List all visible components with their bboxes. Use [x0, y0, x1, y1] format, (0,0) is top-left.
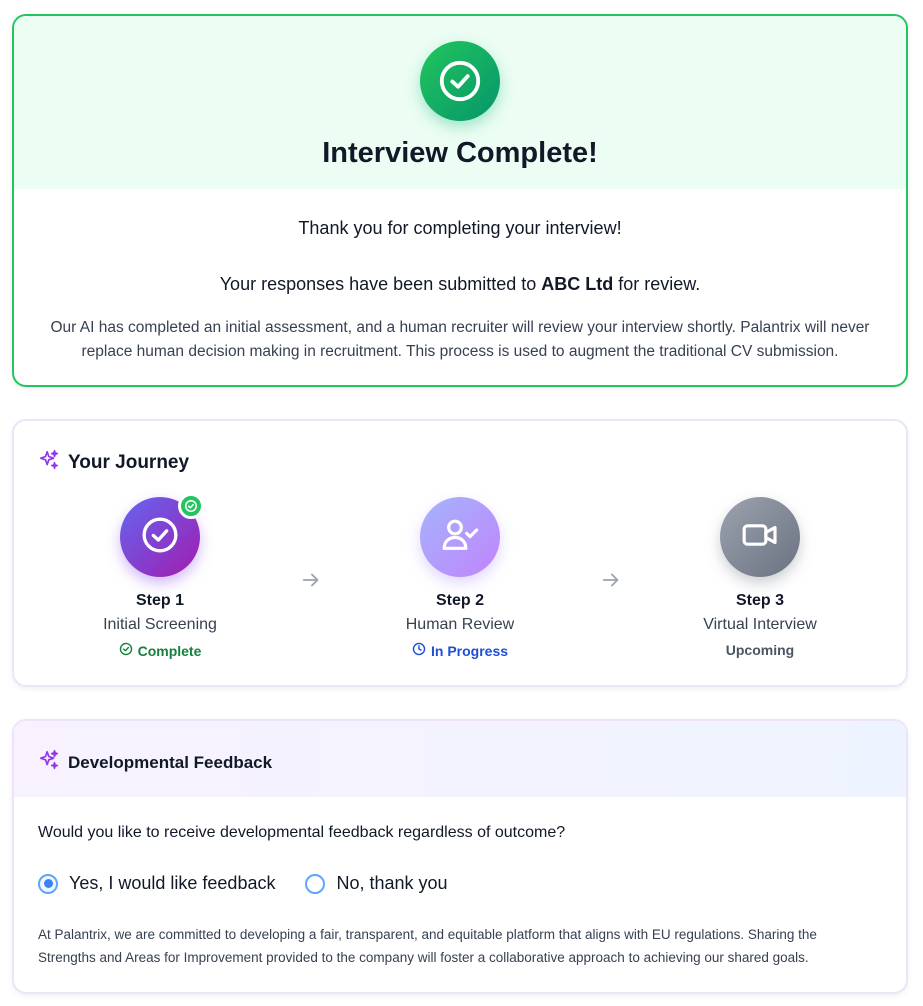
- feedback-no-radio[interactable]: [305, 873, 326, 894]
- step-3-status: Upcoming: [640, 642, 880, 658]
- step-2-status: In Progress: [340, 642, 580, 659]
- feedback-yes-radio[interactable]: [38, 873, 58, 894]
- journey-header: Your Journey: [38, 449, 189, 476]
- feedback-header: Developmental Feedback: [14, 721, 906, 797]
- step-2-badge: [420, 497, 500, 577]
- step-1-name: Initial Screening: [103, 616, 217, 633]
- feedback-option-no[interactable]: No, thank you: [305, 873, 448, 894]
- feedback-option-yes[interactable]: Yes, I would like feedback: [38, 873, 275, 894]
- clock-icon: [412, 642, 426, 659]
- journey-step-2: Step 2 Human Review In Progress: [340, 497, 580, 659]
- arrow-right-icon: [600, 569, 622, 596]
- step-1-badge: [120, 493, 204, 577]
- check-circle-icon: [140, 515, 180, 560]
- journey-step-1: Step 1 Initial Screening Complete: [40, 493, 280, 659]
- check-circle-icon: [119, 642, 133, 659]
- video-camera-icon: [740, 515, 780, 560]
- page-title: Interview Complete!: [322, 137, 598, 169]
- step-1-status: Complete: [40, 642, 280, 659]
- arrow-right-icon: [300, 569, 322, 596]
- interview-complete-card: Interview Complete! Thank you for comple…: [12, 14, 908, 387]
- submission-prefix: Your responses have been submitted to: [219, 274, 537, 294]
- interview-complete-header: Interview Complete!: [14, 16, 906, 189]
- step-2-name: Human Review: [405, 616, 515, 633]
- step-3-status-label: Upcoming: [725, 642, 795, 658]
- submission-suffix: for review.: [618, 274, 701, 294]
- user-check-icon: [440, 515, 480, 560]
- submission-message: Your responses have been submitted to AB…: [14, 274, 906, 295]
- step-3-number: Step 3: [735, 592, 784, 609]
- feedback-title: Developmental Feedback: [68, 752, 273, 772]
- feedback-header-title-row: Developmental Feedback: [38, 749, 272, 776]
- sparkles-icon: [38, 449, 60, 476]
- feedback-policy-note: At Palantrix, we are committed to develo…: [38, 927, 817, 965]
- journey-card: Your Journey Step 1 Initial Screening Co…: [12, 419, 908, 687]
- feedback-yes-label[interactable]: Yes, I would like feedback: [69, 873, 275, 894]
- feedback-no-label[interactable]: No, thank you: [336, 873, 447, 894]
- step-2-number: Step 2: [435, 592, 484, 609]
- thanks-message: Thank you for completing your interview!: [298, 218, 622, 238]
- step-1-status-label: Complete: [137, 642, 202, 659]
- step-3-badge: [720, 497, 800, 577]
- company-name: ABC Ltd: [541, 274, 614, 294]
- ai-assessment-note: Our AI has completed an initial assessme…: [50, 319, 870, 360]
- step-1-number: Step 1: [135, 592, 184, 609]
- step-2-status-label: In Progress: [430, 642, 509, 659]
- feedback-options: Yes, I would like feedback No, thank you: [38, 873, 478, 894]
- completed-check-icon: [178, 493, 204, 519]
- journey-step-3: Step 3 Virtual Interview Upcoming: [640, 497, 880, 658]
- feedback-question: Would you like to receive developmental …: [38, 824, 566, 841]
- sparkles-icon: [38, 749, 60, 776]
- developmental-feedback-card: Developmental Feedback Would you like to…: [12, 719, 908, 994]
- check-circle-icon: [420, 41, 500, 121]
- journey-title: Your Journey: [68, 451, 190, 473]
- step-3-name: Virtual Interview: [703, 616, 817, 633]
